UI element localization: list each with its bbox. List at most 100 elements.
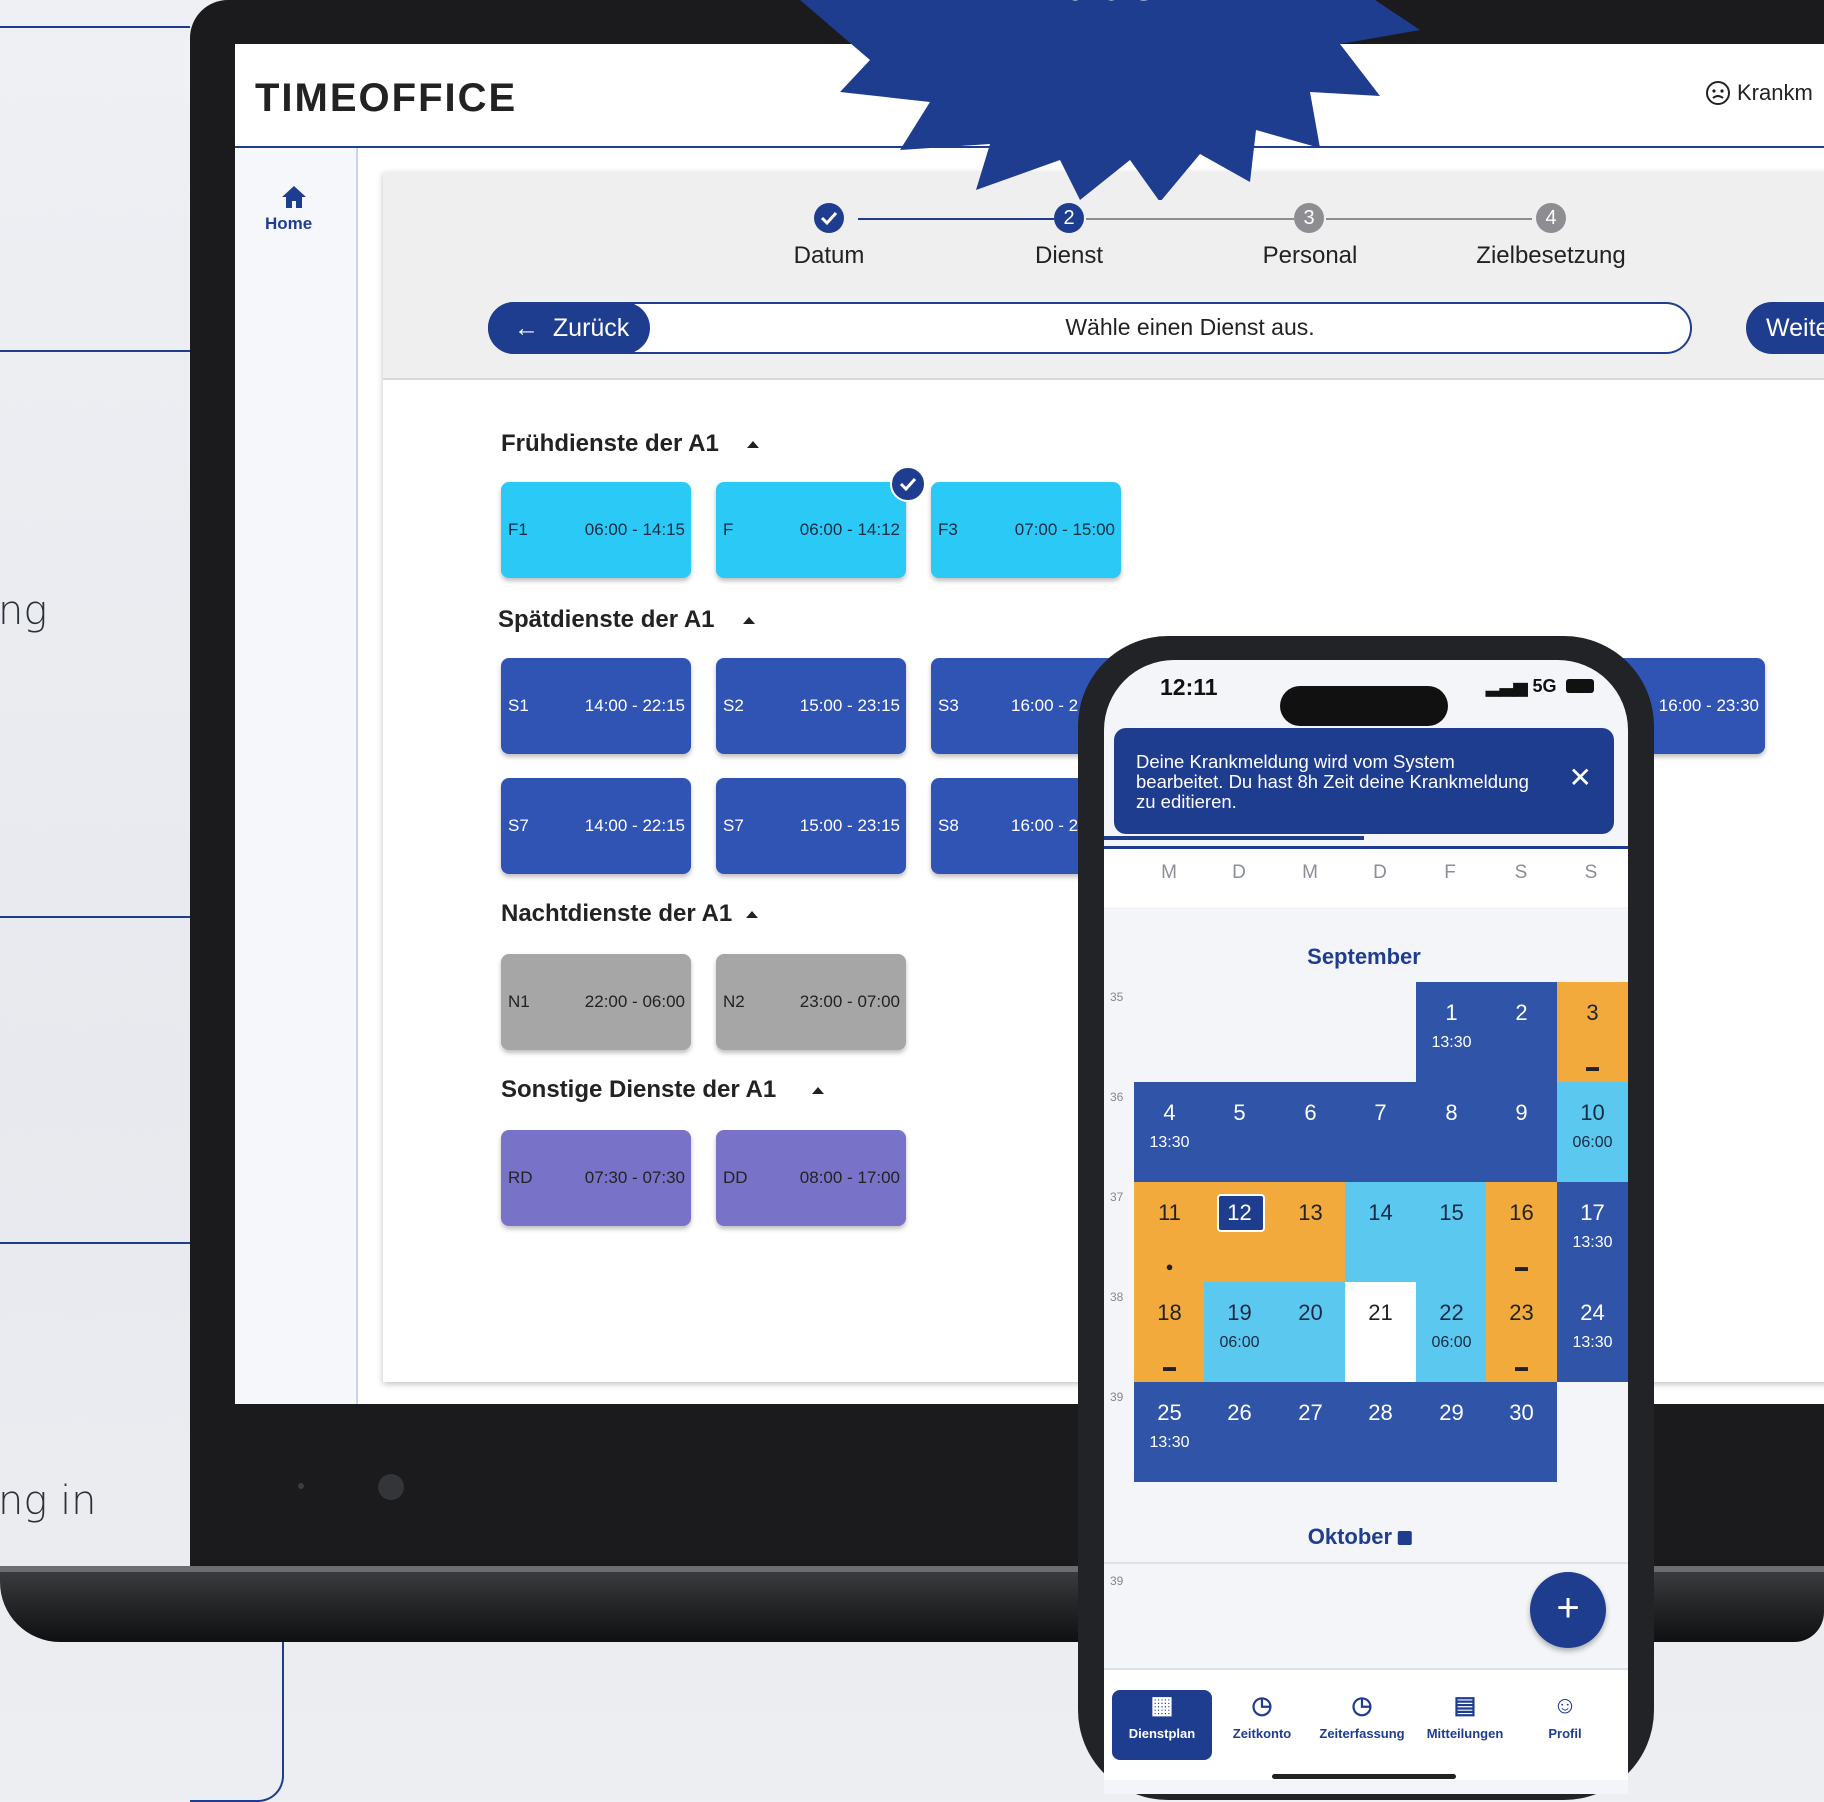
calendar-day[interactable]: 20 [1275, 1282, 1346, 1382]
caret-up-icon [746, 911, 759, 919]
home-icon [282, 186, 306, 208]
calendar-day[interactable]: 5 [1204, 1082, 1275, 1182]
week-number: 38 [1110, 1290, 1124, 1304]
weekday: M [1302, 862, 1318, 883]
shift-tile[interactable]: F 06:00 - 14:12 [716, 482, 906, 578]
shift-tile[interactable]: N2 23:00 - 07:00 [716, 954, 906, 1050]
shift-tile[interactable]: N1 22:00 - 06:00 [501, 954, 691, 1050]
shift-tile[interactable]: S2 15:00 - 23:15 [716, 658, 906, 754]
person-icon: ☺ [1552, 1692, 1578, 1719]
calendar-day[interactable]: 7 [1345, 1082, 1416, 1182]
weekday-header [1104, 846, 1628, 907]
caret-up-icon [746, 441, 759, 449]
home-indicator [1272, 1774, 1456, 1779]
status-signal: ▂▃▅ 5G [1486, 676, 1594, 697]
toast-text: Deine Krankmeldung wird vom System bearb… [1136, 751, 1529, 812]
calendar-day[interactable]: 27 [1275, 1382, 1346, 1482]
calendar-day[interactable]: 4 13:30 [1134, 1082, 1205, 1182]
step-label: Datum [793, 242, 865, 269]
calendar-day[interactable]: 13 [1275, 1182, 1346, 1282]
calendar-day[interactable]: 15 [1416, 1182, 1487, 1282]
calendar-day[interactable]: 1 13:30 [1416, 982, 1487, 1082]
bed-icon: ▬ [1163, 1359, 1176, 1374]
divider [0, 916, 190, 918]
calendar-day[interactable]: 25 13:30 [1134, 1382, 1205, 1482]
shift-tile[interactable]: F3 07:00 - 15:00 [931, 482, 1121, 578]
cut-text: ng [0, 588, 48, 634]
step-connector [1326, 218, 1532, 220]
calendar-day[interactable]: 24 13:30 [1557, 1282, 1628, 1382]
shift-tile[interactable]: DD 08:00 - 17:00 [716, 1130, 906, 1226]
calendar-day[interactable]: 19 06:00 [1204, 1282, 1275, 1382]
starburst-badge: ators [800, 0, 1420, 200]
calendar-day[interactable]: 21 [1345, 1282, 1416, 1382]
calendar-day[interactable]: 10 06:00 [1557, 1082, 1628, 1182]
calendar-day[interactable]: 3 ▬ [1557, 982, 1628, 1082]
shift-tile[interactable]: S7 15:00 - 23:15 [716, 778, 906, 874]
divider [0, 350, 190, 352]
shift-tile[interactable]: RD 07:30 - 07:30 [501, 1130, 691, 1226]
sidebar-item-label: Home [265, 214, 313, 233]
calendar-day[interactable]: 29 [1416, 1382, 1487, 1482]
week-number: 36 [1110, 1090, 1124, 1104]
toast-progress [1104, 836, 1364, 840]
dynamic-island [1280, 686, 1448, 726]
calendar-day-selected[interactable]: 12 [1204, 1182, 1275, 1282]
group-toggle[interactable]: Nachtdienste der A1 [501, 900, 759, 928]
group-toggle[interactable]: Sonstige Dienste der A1 [501, 1076, 825, 1104]
step-label: Personal [1262, 242, 1358, 269]
calendar-day[interactable]: 26 [1204, 1382, 1275, 1482]
sensor [298, 1483, 304, 1489]
arrow-left-icon: ← [514, 314, 539, 342]
close-icon[interactable]: ✕ [1569, 764, 1592, 792]
week-number: 39 [1110, 1390, 1124, 1404]
step-connector [858, 218, 1054, 220]
nav-zeiterfassung[interactable]: ◷ Zeiterfassung [1312, 1692, 1412, 1741]
calendar-day[interactable]: 6 [1275, 1082, 1346, 1182]
calendar-day[interactable]: 8 [1416, 1082, 1487, 1182]
sidebar-item-home[interactable] [235, 168, 356, 248]
divider [1104, 1562, 1628, 1564]
calendar-day[interactable]: 18 ▬ [1134, 1282, 1205, 1382]
calendar-day[interactable]: 16 ▬ [1486, 1182, 1557, 1282]
group-title: Frühdienste der A1 [501, 430, 719, 457]
next-button[interactable]: Weite [1746, 302, 1824, 354]
group-toggle[interactable]: Spätdienste der A1 [498, 606, 755, 634]
shift-tile[interactable]: F1 06:00 - 14:15 [501, 482, 691, 578]
calendar-day[interactable]: 11 ● [1134, 1182, 1205, 1282]
logo: TIMEOFFICE [255, 76, 518, 120]
calendar-day[interactable]: 22 06:00 [1416, 1282, 1487, 1382]
nav-dienstplan[interactable]: ▦ Dienstplan [1112, 1692, 1212, 1741]
weekday: S [1584, 862, 1598, 883]
bed-icon: ▬ [1586, 1059, 1599, 1074]
group-toggle[interactable]: Frühdienste der A1 [501, 430, 759, 458]
step-4: 4 [1536, 203, 1566, 233]
sidebar [235, 148, 358, 1404]
sick-report-button[interactable]: Krankm [1705, 80, 1813, 106]
cut-text: ng in [0, 1478, 97, 1524]
calendar-day[interactable]: 17 13:30 [1557, 1182, 1628, 1282]
shift-tile[interactable]: S1 14:00 - 22:15 [501, 658, 691, 754]
camera [378, 1474, 404, 1500]
nav-mitteilungen[interactable]: ▤ Mitteilungen [1415, 1692, 1515, 1741]
back-button[interactable]: ← Zurück [488, 302, 650, 354]
add-button[interactable]: + [1530, 1572, 1606, 1648]
calendar-day[interactable]: 28 [1345, 1382, 1416, 1482]
calendar-day[interactable]: 2 [1486, 982, 1557, 1082]
instruction-text: Wähle einen Dienst aus. [1065, 314, 1315, 340]
calendar-day[interactable]: 30 [1486, 1382, 1557, 1482]
calendar-day[interactable]: 9 [1486, 1082, 1557, 1182]
calendar-day[interactable]: 14 [1345, 1182, 1416, 1282]
shift-tile[interactable]: S7 14:00 - 22:15 [501, 778, 691, 874]
step-connector [1086, 218, 1294, 220]
nav-profil[interactable]: ☺ Profil [1515, 1692, 1615, 1741]
week-number: 35 [1110, 990, 1124, 1004]
sick-face-icon [1706, 81, 1730, 105]
weekday: D [1232, 862, 1246, 883]
caret-up-icon [742, 617, 755, 625]
check-icon [890, 466, 926, 502]
nav-zeitkonto[interactable]: ◷ Zeitkonto [1212, 1692, 1312, 1741]
sick-face-icon: ● [1165, 1259, 1174, 1274]
calendar-day[interactable]: 23 ▬ [1486, 1282, 1557, 1382]
month-label: September [1307, 944, 1421, 969]
